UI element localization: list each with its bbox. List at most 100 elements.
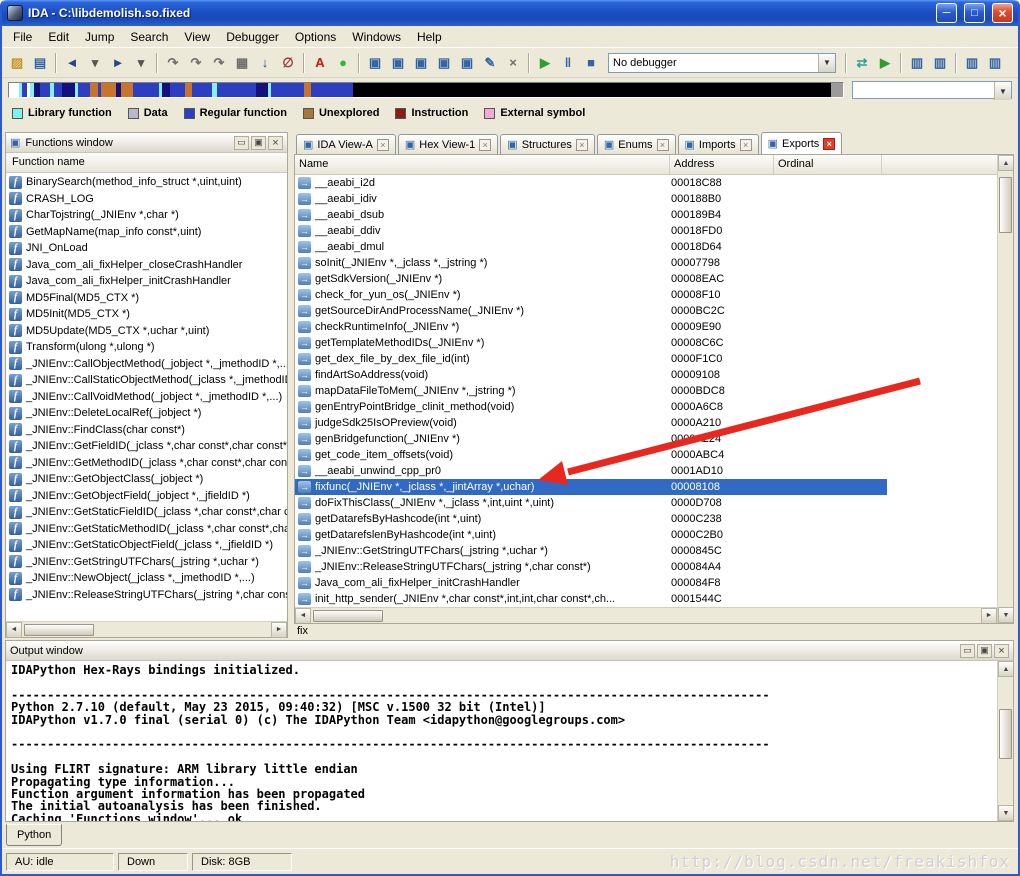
export-row[interactable]: → check_for_yun_os(_JNIEnv *) 00008F10 <box>295 287 887 303</box>
tab-close-icon[interactable]: × <box>575 138 588 151</box>
chevron-down-icon[interactable]: ▼ <box>994 82 1011 100</box>
add-breakpoint-icon[interactable]: ▣ <box>387 52 409 74</box>
export-row[interactable]: → doFixThisClass(_JNIEnv *,_jclass *,int,… <box>295 495 887 511</box>
jump-name-icon[interactable]: ↷ <box>208 52 230 74</box>
float-window-icon[interactable] <box>251 135 266 150</box>
exports-vertical-scrollbar[interactable] <box>997 155 1013 623</box>
titlebar[interactable]: IDA - C:\libdemolish.so.fixed <box>2 0 1018 26</box>
chevron-down-icon[interactable]: ▼ <box>818 53 835 72</box>
function-item[interactable]: f BinarySearch(method_info_struct *,uint,… <box>6 174 287 191</box>
tab-close-icon[interactable]: × <box>656 138 669 151</box>
exports-horizontal-scrollbar[interactable] <box>295 607 997 623</box>
navband-segment[interactable] <box>33 83 41 97</box>
function-item[interactable]: f JNI_OnLoad <box>6 240 287 257</box>
menu-file[interactable]: File <box>5 27 40 47</box>
scrollbar-thumb[interactable] <box>999 177 1012 233</box>
functions-window-titlebar[interactable]: ▣ Functions window <box>6 133 287 153</box>
menu-jump[interactable]: Jump <box>77 27 122 47</box>
navband-segment[interactable] <box>353 83 832 97</box>
output-log[interactable]: IDAPython Hex-Rays bindings initialized.… <box>6 661 997 821</box>
navband-segment[interactable] <box>271 83 304 97</box>
export-row[interactable]: → findArtSoAddress(void) 00009108 <box>295 367 887 383</box>
restore-window-icon[interactable] <box>234 135 249 150</box>
tab-hex-view-1[interactable]: ▣ Hex View-1 × <box>397 134 499 154</box>
export-row[interactable]: → _JNIEnv::ReleaseStringUTFChars(_jstring… <box>295 559 887 575</box>
float-window-icon[interactable] <box>977 643 992 658</box>
export-row[interactable]: → init_http_sender(_JNIEnv *,char const*,… <box>295 591 887 607</box>
window-add-icon[interactable]: ▥ <box>961 52 983 74</box>
debugger-setup-icon[interactable]: ⇄ <box>851 52 873 74</box>
function-name-column-header[interactable]: Function name <box>6 153 287 173</box>
desktop-window-icon[interactable]: ▥ <box>906 52 928 74</box>
function-item[interactable]: f MD5Final(MD5_CTX *) <box>6 290 287 307</box>
function-item[interactable]: f GetMapName(map_info const*,uint) <box>6 224 287 241</box>
export-row[interactable]: → __aeabi_unwind_cpp_pr0 0001AD10 <box>295 463 887 479</box>
analysis-indicator-icon[interactable]: ● <box>332 52 354 74</box>
restore-window-icon[interactable] <box>960 643 975 658</box>
close-window-icon[interactable] <box>994 643 1009 658</box>
python-console-tab[interactable]: Python <box>6 824 63 846</box>
navband-segment[interactable] <box>216 83 257 97</box>
navband-segment[interactable] <box>310 83 354 97</box>
export-row[interactable]: → getDatarefslenByHashcode(int *,uint) 000… <box>295 527 887 543</box>
function-item[interactable]: f CRASH_LOG <box>6 191 287 208</box>
scroll-right-icon[interactable] <box>271 621 287 638</box>
navigate-back-history-icon[interactable]: ▾ <box>84 52 106 74</box>
step-over-icon[interactable]: ▣ <box>433 52 455 74</box>
scroll-down-icon[interactable] <box>998 805 1013 821</box>
export-row[interactable]: → mapDataFileToMem(_JNIEnv *,_jstring *) 0… <box>295 383 887 399</box>
tab-close-icon[interactable]: × <box>739 138 752 151</box>
tab-ida-view-a[interactable]: ▣ IDA View-A × <box>296 134 396 154</box>
export-row[interactable]: → __aeabi_i2d 00018C88 <box>295 175 887 191</box>
menu-windows[interactable]: Windows <box>344 27 409 47</box>
tab-close-icon[interactable]: × <box>376 138 389 151</box>
function-item[interactable]: f _JNIEnv::ReleaseStringUTFChars(_jstring… <box>6 587 287 604</box>
menu-edit[interactable]: Edit <box>40 27 77 47</box>
breakpoint-list-icon[interactable]: ▣ <box>364 52 386 74</box>
export-row[interactable]: → get_dex_file_by_dex_file_id(int) 0000F1C… <box>295 351 887 367</box>
scroll-left-icon[interactable] <box>295 607 311 623</box>
navband-segment[interactable] <box>162 83 171 97</box>
scroll-up-icon[interactable] <box>998 661 1013 677</box>
pause-process-icon[interactable]: ‖ <box>557 52 579 74</box>
scroll-right-icon[interactable] <box>981 607 997 623</box>
export-row[interactable]: → __aeabi_dmul 00018D64 <box>295 239 887 255</box>
navband-segment[interactable] <box>61 83 75 97</box>
scrollbar-thumb[interactable] <box>999 709 1012 759</box>
navigate-forward-icon[interactable]: ► <box>107 52 129 74</box>
function-item[interactable]: f CharTojstring(_JNIEnv *,char *) <box>6 207 287 224</box>
functions-horizontal-scrollbar[interactable] <box>6 621 287 638</box>
scroll-up-icon[interactable] <box>998 155 1013 171</box>
function-item[interactable]: f _JNIEnv::GetObjectClass(_jobject *) <box>6 471 287 488</box>
export-row[interactable]: → _JNIEnv::GetStringUTFChars(_jstring *,u… <box>295 543 887 559</box>
navband-segment[interactable] <box>185 83 192 97</box>
maximize-button[interactable] <box>964 3 985 23</box>
function-item[interactable]: f _JNIEnv::GetObjectField(_jobject *,_jfi… <box>6 488 287 505</box>
scroll-left-icon[interactable] <box>6 621 22 638</box>
export-row[interactable]: → get_code_item_offsets(void) 0000ABC4 <box>295 447 887 463</box>
text-search-icon[interactable]: A <box>309 52 331 74</box>
navband-range-select[interactable]: ▼ <box>852 81 1012 100</box>
export-row[interactable]: → genEntryPointBridge_clinit_method(void)… <box>295 399 887 415</box>
export-row[interactable]: → __aeabi_idiv 000188B0 <box>295 191 887 207</box>
function-item[interactable]: f _JNIEnv::GetStaticMethodID(_jclass *,ch… <box>6 521 287 538</box>
tab-imports[interactable]: ▣ Imports × <box>677 134 759 154</box>
menu-debugger[interactable]: Debugger <box>218 27 287 47</box>
column-header-address[interactable]: Address <box>670 155 774 174</box>
close-button[interactable] <box>992 3 1013 23</box>
tab-exports[interactable]: ▣ Exports × <box>760 132 843 154</box>
output-window-titlebar[interactable]: Output window <box>6 641 1013 661</box>
close-window-icon[interactable] <box>268 135 283 150</box>
function-item[interactable]: f _JNIEnv::NewObject(_jclass *,_jmethodID… <box>6 570 287 587</box>
function-item[interactable]: f _JNIEnv::CallStaticObjectMethod(_jclass… <box>6 372 287 389</box>
function-item[interactable]: f Transform(ulong *,ulong *) <box>6 339 287 356</box>
navband-segment[interactable] <box>89 83 98 97</box>
run-until-return-icon[interactable]: ▣ <box>456 52 478 74</box>
export-row[interactable]: → __aeabi_dsub 000189B4 <box>295 207 887 223</box>
produce-file-icon[interactable]: ▦ <box>231 52 253 74</box>
export-row[interactable]: → getSdkVersion(_JNIEnv *) 00008EAC <box>295 271 887 287</box>
export-row[interactable]: → getTemplateMethodIDs(_JNIEnv *) 00008C6C <box>295 335 887 351</box>
tab-structures[interactable]: ▣ Structures × <box>500 134 595 154</box>
navband-segment[interactable] <box>78 83 90 97</box>
output-vertical-scrollbar[interactable] <box>997 661 1013 821</box>
